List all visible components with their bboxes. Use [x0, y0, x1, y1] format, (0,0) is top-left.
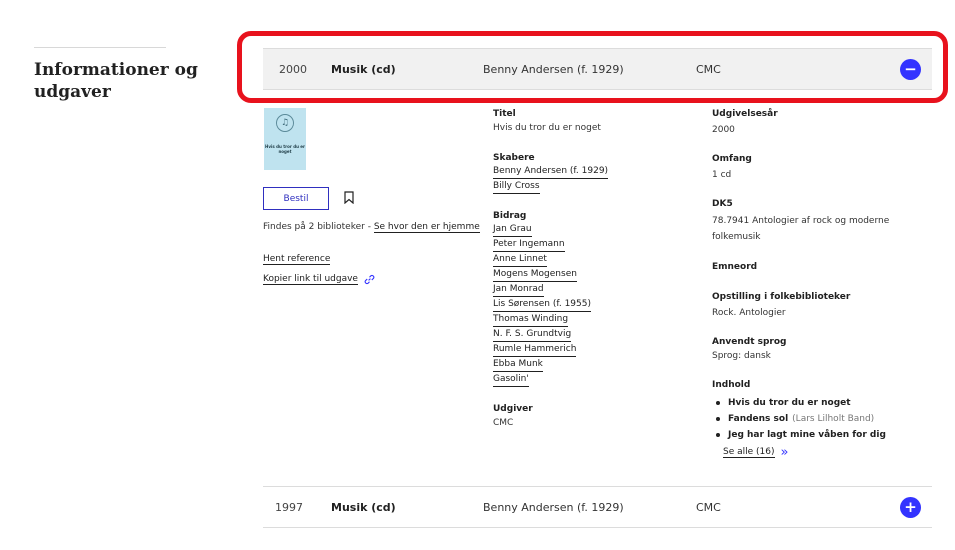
title-value: Hvis du tror du er noget [493, 123, 601, 133]
cover-image: ♫ Hvis du tror du er noget [264, 108, 306, 170]
contributor-link[interactable]: Jan Grau [493, 223, 532, 237]
release-year-label: Udgivelsesår [712, 109, 778, 119]
edition-creator: Benny Andersen (f. 1929) [483, 62, 624, 76]
contributor-link[interactable]: Gasolin' [493, 373, 529, 387]
list-item: Jeg har lagt mine våben for dig [712, 427, 932, 443]
contributor-link[interactable]: Peter Ingemann [493, 238, 565, 252]
dk5-label: DK5 [712, 199, 733, 209]
see-all-row: Se alle (16) » [723, 446, 932, 459]
availability-text: Findes på 2 biblioteker - Se hvor den er… [263, 222, 480, 233]
contents-list: Hvis du tror du er noget Fandens sol (Lar… [712, 395, 932, 443]
edition-row-2000[interactable]: 2000 Musik (cd) Benny Andersen (f. 1929)… [263, 48, 932, 90]
copy-link[interactable]: Kopier link til udgave [263, 274, 358, 285]
extent-value: 1 cd [712, 170, 732, 180]
contents-label: Indhold [712, 380, 751, 390]
section-divider [34, 47, 166, 48]
reference-row: Hent reference [263, 254, 331, 265]
shelving-label: Opstilling i folkebiblioteker [712, 292, 851, 302]
language-value: Sprog: dansk [712, 351, 771, 361]
language-label: Anvendt sprog [712, 337, 787, 347]
bullet [716, 417, 720, 421]
track-title: Fandens sol [728, 414, 789, 424]
locations-link[interactable]: Se hvor den er hjemme [373, 222, 480, 233]
expand-button[interactable]: + [900, 496, 921, 518]
edition-creator: Benny Andersen (f. 1929) [483, 500, 624, 514]
contributor-link[interactable]: Rumle Hammerich [493, 343, 577, 357]
copy-link-row: Kopier link til udgave [263, 274, 375, 285]
contributor-link[interactable]: Mogens Mogensen [493, 268, 577, 282]
edition-publisher: CMC [696, 62, 721, 76]
edition-year: 1997 [275, 500, 303, 514]
edition-publisher: CMC [696, 500, 721, 514]
cover-title: Hvis du tror du er noget [265, 144, 305, 154]
extent-label: Omfang [712, 154, 752, 164]
creator-link[interactable]: Billy Cross [493, 180, 540, 194]
link-icon[interactable] [364, 274, 375, 285]
edition-material-type: Musik (cd) [331, 500, 396, 514]
creator-link[interactable]: Benny Andersen (f. 1929) [493, 165, 609, 179]
title-label: Titel [493, 109, 516, 119]
publisher-value: CMC [493, 418, 514, 428]
contributor-link[interactable]: N. F. S. Grundtvig [493, 328, 572, 342]
creators-label: Skabere [493, 153, 535, 163]
contributors-label: Bidrag [493, 211, 527, 221]
contributor-link[interactable]: Ebba Munk [493, 358, 543, 372]
edition-year: 2000 [279, 62, 307, 76]
publisher-label: Udgiver [493, 404, 533, 414]
contributor-link[interactable]: Lis Sørensen (f. 1955) [493, 298, 591, 312]
track-title: Hvis du tror du er noget [728, 398, 851, 408]
list-item: Fandens sol (Lars Lilholt Band) [712, 411, 932, 427]
release-year-value: 2000 [712, 125, 735, 135]
shelving-value: Rock. Antologier [712, 308, 786, 318]
details-column-left: Titel Hvis du tror du er noget Skabere B… [493, 108, 693, 430]
subjects-label: Emneord [712, 262, 758, 272]
creators-list: Benny Andersen (f. 1929) Billy Cross [493, 165, 693, 194]
music-disc-icon: ♫ [276, 114, 294, 132]
order-button[interactable]: Bestil [263, 187, 329, 210]
track-title: Jeg har lagt mine våben for dig [728, 430, 886, 440]
contributor-link[interactable]: Anne Linnet [493, 253, 547, 267]
get-reference-link[interactable]: Hent reference [263, 254, 331, 265]
contributor-link[interactable]: Jan Monrad [493, 283, 544, 297]
dk5-value: 78.7941 Antologier af rock og moderne fo… [712, 216, 890, 242]
list-item: Hvis du tror du er noget [712, 395, 932, 411]
double-chevron-right-icon[interactable]: » [781, 446, 789, 459]
collapse-button[interactable]: − [900, 58, 921, 80]
bookmark-icon[interactable] [344, 191, 354, 204]
section-title: Informationer og udgaver [34, 60, 198, 102]
contributors-list: Jan Grau Peter Ingemann Anne Linnet Moge… [493, 223, 693, 387]
track-performer: (Lars Lilholt Band) [792, 414, 875, 424]
bullet [716, 433, 720, 437]
contributor-link[interactable]: Thomas Winding [493, 313, 569, 327]
availability-count: Findes på 2 biblioteker - [263, 222, 374, 232]
details-column-right: Udgivelsesår 2000 Omfang 1 cd DK5 78.794… [712, 108, 932, 459]
edition-material-type: Musik (cd) [331, 62, 396, 76]
see-all-link[interactable]: Se alle (16) [723, 447, 775, 458]
edition-row-1997[interactable]: 1997 Musik (cd) Benny Andersen (f. 1929)… [263, 486, 932, 528]
bullet [716, 401, 720, 405]
